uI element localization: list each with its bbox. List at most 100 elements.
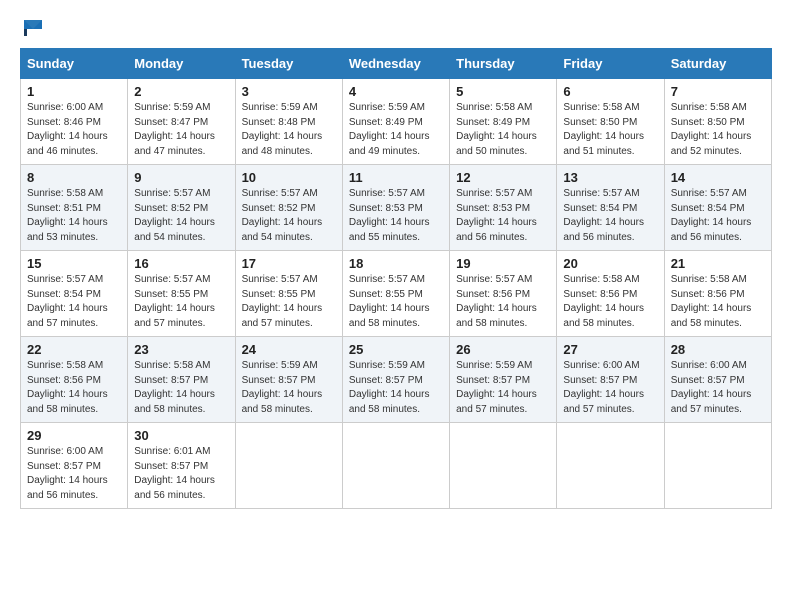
day-number: 27 [563, 342, 657, 357]
calendar-cell: 21 Sunrise: 5:58 AMSunset: 8:56 PMDayligh… [664, 251, 771, 337]
day-number: 1 [27, 84, 121, 99]
calendar-week-row: 29 Sunrise: 6:00 AMSunset: 8:57 PMDayligh… [21, 423, 772, 509]
calendar-week-row: 15 Sunrise: 5:57 AMSunset: 8:54 PMDayligh… [21, 251, 772, 337]
calendar-cell: 13 Sunrise: 5:57 AMSunset: 8:54 PMDayligh… [557, 165, 664, 251]
calendar-cell: 7 Sunrise: 5:58 AMSunset: 8:50 PMDaylight… [664, 79, 771, 165]
day-number: 4 [349, 84, 443, 99]
calendar-cell: 3 Sunrise: 5:59 AMSunset: 8:48 PMDaylight… [235, 79, 342, 165]
day-number: 22 [27, 342, 121, 357]
calendar-cell: 11Sunrise: 5:57 AMSunset: 8:53 PMDayligh… [342, 165, 449, 251]
day-info: Sunrise: 5:57 AMSunset: 8:55 PMDaylight:… [134, 273, 228, 331]
calendar-cell: 18 Sunrise: 5:57 AMSunset: 8:55 PMDayligh… [342, 251, 449, 337]
calendar-cell: 30 Sunrise: 6:01 AMSunset: 8:57 PMDayligh… [128, 423, 235, 509]
day-number: 6 [563, 84, 657, 99]
header-sunday: Sunday [21, 49, 128, 79]
day-info: Sunrise: 5:57 AMSunset: 8:54 PMDaylight:… [27, 273, 121, 331]
day-info: Sunrise: 6:00 AMSunset: 8:46 PMDaylight:… [27, 101, 121, 159]
calendar-cell [342, 423, 449, 509]
day-number: 15 [27, 256, 121, 271]
calendar-cell: 22 Sunrise: 5:58 AMSunset: 8:56 PMDayligh… [21, 337, 128, 423]
calendar-week-row: 22 Sunrise: 5:58 AMSunset: 8:56 PMDayligh… [21, 337, 772, 423]
day-number: 26 [456, 342, 550, 357]
day-info: Sunrise: 5:58 AMSunset: 8:57 PMDaylight:… [134, 359, 228, 417]
day-number: 16 [134, 256, 228, 271]
day-number: 8 [27, 170, 121, 185]
calendar-cell: 2 Sunrise: 5:59 AMSunset: 8:47 PMDaylight… [128, 79, 235, 165]
day-number: 21 [671, 256, 765, 271]
day-number: 11 [349, 170, 443, 185]
logo [20, 20, 44, 32]
day-number: 2 [134, 84, 228, 99]
day-number: 5 [456, 84, 550, 99]
day-info: Sunrise: 5:59 AMSunset: 8:57 PMDaylight:… [456, 359, 550, 417]
calendar-cell: 26 Sunrise: 5:59 AMSunset: 8:57 PMDayligh… [450, 337, 557, 423]
day-number: 12 [456, 170, 550, 185]
day-info: Sunrise: 5:57 AMSunset: 8:55 PMDaylight:… [349, 273, 443, 331]
calendar-cell [557, 423, 664, 509]
calendar-cell: 4 Sunrise: 5:59 AMSunset: 8:49 PMDaylight… [342, 79, 449, 165]
calendar-cell: 27 Sunrise: 6:00 AMSunset: 8:57 PMDayligh… [557, 337, 664, 423]
page-header [20, 20, 772, 32]
day-info: Sunrise: 5:57 AMSunset: 8:54 PMDaylight:… [671, 187, 765, 245]
day-number: 10 [242, 170, 336, 185]
day-number: 3 [242, 84, 336, 99]
day-number: 28 [671, 342, 765, 357]
day-number: 17 [242, 256, 336, 271]
calendar-cell: 17 Sunrise: 5:57 AMSunset: 8:55 PMDayligh… [235, 251, 342, 337]
day-info: Sunrise: 5:58 AMSunset: 8:50 PMDaylight:… [563, 101, 657, 159]
calendar-cell: 24Sunrise: 5:59 AMSunset: 8:57 PMDayligh… [235, 337, 342, 423]
day-info: Sunrise: 5:58 AMSunset: 8:56 PMDaylight:… [671, 273, 765, 331]
calendar-cell [450, 423, 557, 509]
calendar-cell: 8 Sunrise: 5:58 AMSunset: 8:51 PMDaylight… [21, 165, 128, 251]
calendar-cell [235, 423, 342, 509]
calendar-cell: 15 Sunrise: 5:57 AMSunset: 8:54 PMDayligh… [21, 251, 128, 337]
day-info: Sunrise: 5:58 AMSunset: 8:50 PMDaylight:… [671, 101, 765, 159]
header-wednesday: Wednesday [342, 49, 449, 79]
day-number: 18 [349, 256, 443, 271]
day-info: Sunrise: 5:59 AMSunset: 8:47 PMDaylight:… [134, 101, 228, 159]
header-saturday: Saturday [664, 49, 771, 79]
day-info: Sunrise: 5:58 AMSunset: 8:56 PMDaylight:… [563, 273, 657, 331]
calendar-cell: 23 Sunrise: 5:58 AMSunset: 8:57 PMDayligh… [128, 337, 235, 423]
calendar-header-row: SundayMondayTuesdayWednesdayThursdayFrid… [21, 49, 772, 79]
header-thursday: Thursday [450, 49, 557, 79]
calendar-cell: 5 Sunrise: 5:58 AMSunset: 8:49 PMDaylight… [450, 79, 557, 165]
day-number: 29 [27, 428, 121, 443]
calendar-cell: 20 Sunrise: 5:58 AMSunset: 8:56 PMDayligh… [557, 251, 664, 337]
day-number: 20 [563, 256, 657, 271]
day-info: Sunrise: 6:00 AMSunset: 8:57 PMDaylight:… [563, 359, 657, 417]
day-info: Sunrise: 5:59 AMSunset: 8:48 PMDaylight:… [242, 101, 336, 159]
day-info: Sunrise: 5:58 AMSunset: 8:56 PMDaylight:… [27, 359, 121, 417]
header-friday: Friday [557, 49, 664, 79]
day-info: Sunrise: 5:57 AMSunset: 8:53 PMDaylight:… [456, 187, 550, 245]
day-info: Sunrise: 6:00 AMSunset: 8:57 PMDaylight:… [27, 445, 121, 503]
day-info: Sunrise: 6:00 AMSunset: 8:57 PMDaylight:… [671, 359, 765, 417]
header-monday: Monday [128, 49, 235, 79]
calendar-table: SundayMondayTuesdayWednesdayThursdayFrid… [20, 48, 772, 509]
calendar-cell: 10Sunrise: 5:57 AMSunset: 8:52 PMDayligh… [235, 165, 342, 251]
day-number: 23 [134, 342, 228, 357]
day-number: 19 [456, 256, 550, 271]
day-number: 9 [134, 170, 228, 185]
day-info: Sunrise: 5:59 AMSunset: 8:49 PMDaylight:… [349, 101, 443, 159]
calendar-cell: 29 Sunrise: 6:00 AMSunset: 8:57 PMDayligh… [21, 423, 128, 509]
day-info: Sunrise: 5:57 AMSunset: 8:52 PMDaylight:… [134, 187, 228, 245]
header-tuesday: Tuesday [235, 49, 342, 79]
calendar-cell: 14 Sunrise: 5:57 AMSunset: 8:54 PMDayligh… [664, 165, 771, 251]
day-info: Sunrise: 5:57 AMSunset: 8:54 PMDaylight:… [563, 187, 657, 245]
day-number: 7 [671, 84, 765, 99]
day-number: 13 [563, 170, 657, 185]
day-number: 24 [242, 342, 336, 357]
day-info: Sunrise: 6:01 AMSunset: 8:57 PMDaylight:… [134, 445, 228, 503]
day-number: 25 [349, 342, 443, 357]
calendar-cell [664, 423, 771, 509]
calendar-cell: 1 Sunrise: 6:00 AMSunset: 8:46 PMDaylight… [21, 79, 128, 165]
day-info: Sunrise: 5:57 AMSunset: 8:55 PMDaylight:… [242, 273, 336, 331]
calendar-cell: 25Sunrise: 5:59 AMSunset: 8:57 PMDayligh… [342, 337, 449, 423]
day-number: 30 [134, 428, 228, 443]
calendar-cell: 19Sunrise: 5:57 AMSunset: 8:56 PMDayligh… [450, 251, 557, 337]
day-info: Sunrise: 5:58 AMSunset: 8:49 PMDaylight:… [456, 101, 550, 159]
calendar-cell: 9 Sunrise: 5:57 AMSunset: 8:52 PMDaylight… [128, 165, 235, 251]
day-info: Sunrise: 5:58 AMSunset: 8:51 PMDaylight:… [27, 187, 121, 245]
day-number: 14 [671, 170, 765, 185]
